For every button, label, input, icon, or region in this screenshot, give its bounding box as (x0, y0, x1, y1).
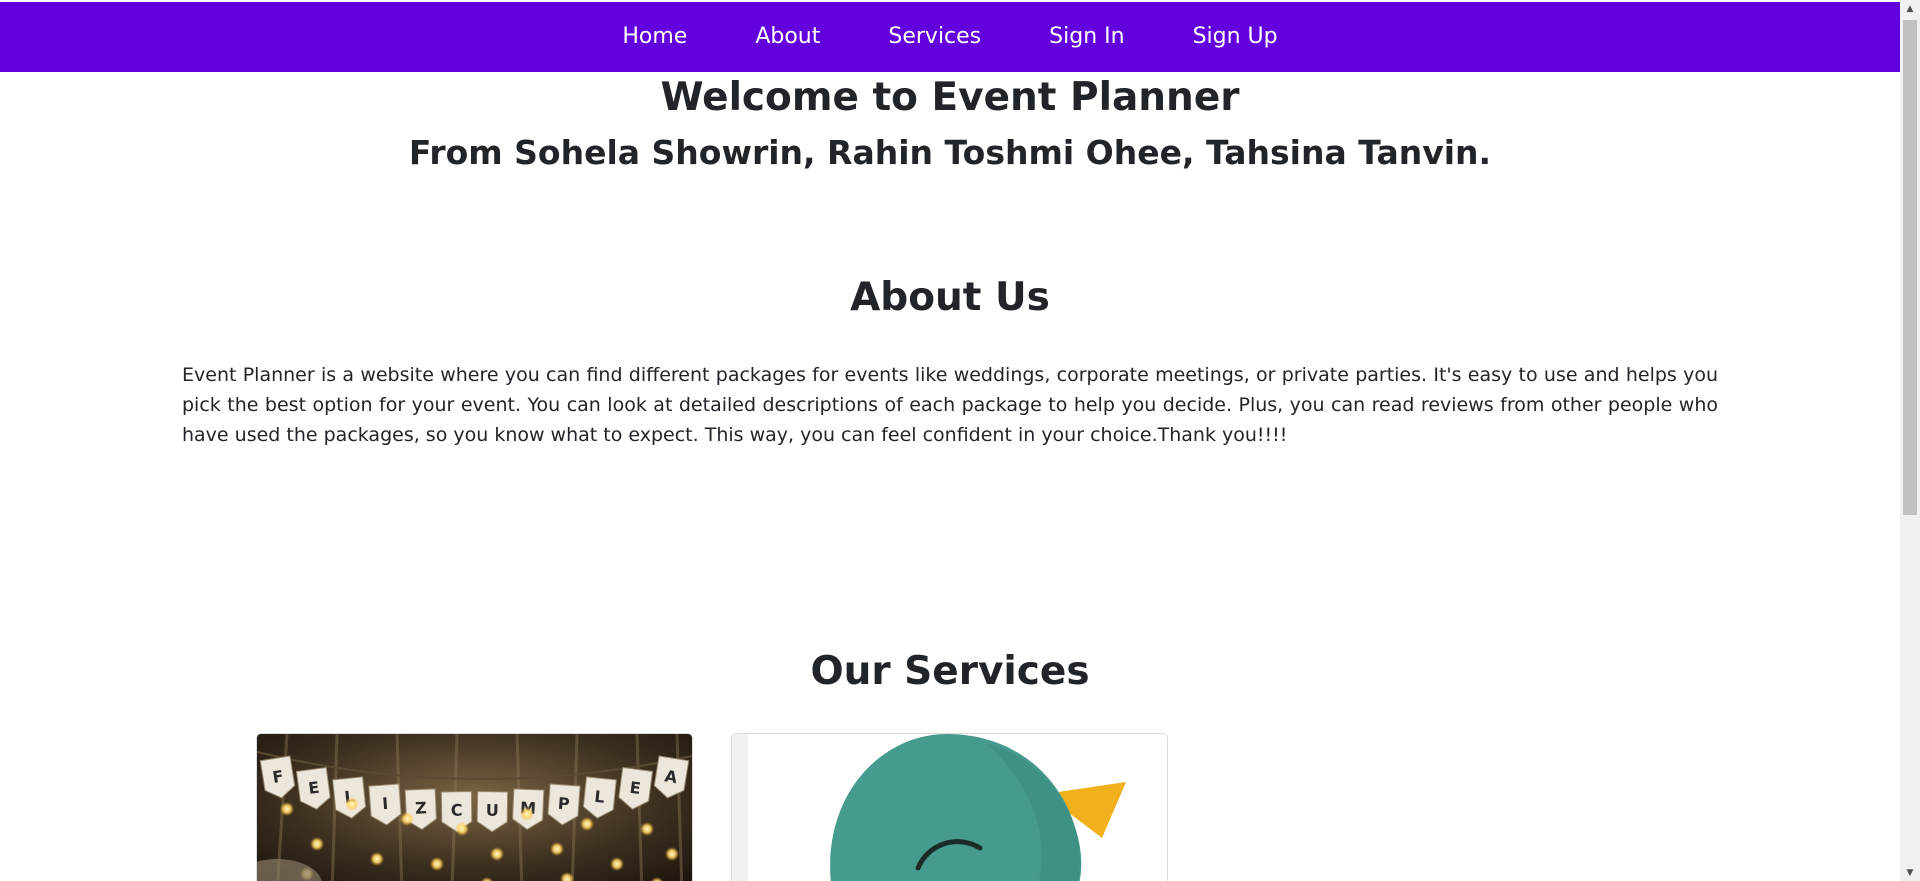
svg-text:Z: Z (415, 798, 427, 817)
scroll-down-arrow-icon[interactable]: ▼ (1900, 864, 1920, 881)
services-heading: Our Services (810, 649, 1090, 694)
nav-services-link[interactable]: Services (854, 2, 1015, 72)
page-title: Welcome to Event Planner (660, 75, 1240, 120)
svg-text:U: U (486, 801, 499, 820)
svg-text:P: P (557, 794, 570, 814)
scroll-up-arrow-icon[interactable]: ▲ (1900, 0, 1920, 17)
page-viewport: Home About Services Sign In Sign Up Welc… (0, 0, 1900, 881)
about-paragraph: Event Planner is a website where you can… (182, 364, 1718, 446)
nav-about-link[interactable]: About (721, 2, 854, 72)
about-heading: About Us (850, 275, 1050, 320)
nav-home-link[interactable]: Home (588, 2, 721, 72)
bird-logo-image (732, 734, 1167, 881)
service-card-corporate[interactable] (731, 733, 1168, 881)
nav-sign-in-link[interactable]: Sign In (1015, 2, 1158, 72)
service-card-birthday[interactable]: FELIZCUMPLEA (256, 733, 693, 881)
svg-text:C: C (451, 801, 463, 820)
page-subtitle: From Sohela Showrin, Rahin Toshmi Ohee, … (408, 133, 1492, 172)
scrollbar-thumb[interactable] (1903, 20, 1917, 515)
nav-sign-up-link[interactable]: Sign Up (1159, 2, 1312, 72)
vertical-scrollbar[interactable]: ▲ ▼ (1900, 0, 1920, 881)
birthday-decoration-image: FELIZCUMPLEA (257, 734, 692, 881)
top-navbar: Home About Services Sign In Sign Up (0, 2, 1900, 72)
svg-text:L: L (593, 787, 605, 807)
